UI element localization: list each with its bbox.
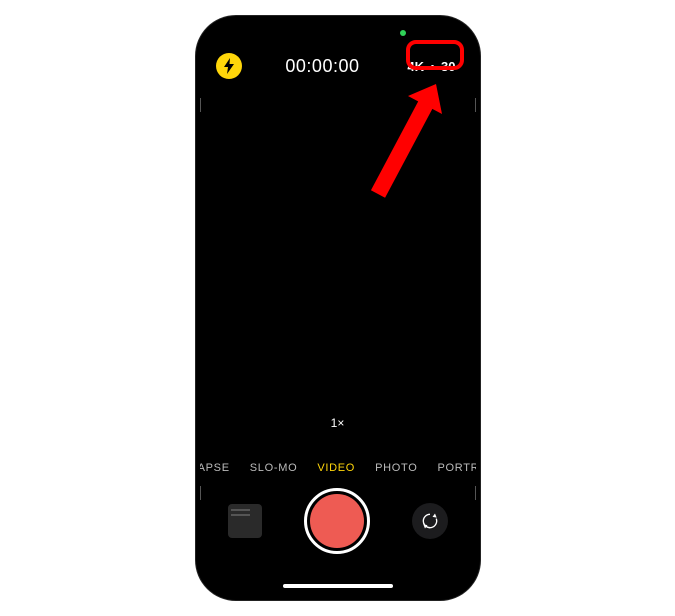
- last-capture-thumbnail[interactable]: [228, 504, 262, 538]
- flip-camera-button[interactable]: [412, 503, 448, 539]
- mode-slomo[interactable]: SLO-MO: [250, 462, 298, 474]
- zoom-level[interactable]: 1×: [331, 416, 345, 430]
- mode-timelapse[interactable]: ME-LAPSE: [200, 462, 230, 474]
- flash-toggle[interactable]: [216, 53, 242, 79]
- camera-flip-icon: [420, 511, 440, 531]
- record-button[interactable]: [304, 488, 370, 554]
- video-format-selector[interactable]: 4K 30: [403, 57, 459, 76]
- camera-active-indicator: [400, 30, 406, 36]
- bolt-icon: [223, 58, 235, 74]
- phone-frame: 00:00:00 4K 30 1× ME-LAPSE SLO-MO VIDEO …: [196, 16, 480, 600]
- fps-label: 30: [441, 59, 455, 74]
- camera-app-screen: 00:00:00 4K 30 1× ME-LAPSE SLO-MO VIDEO …: [200, 20, 476, 596]
- frame-guide: [200, 98, 201, 112]
- mode-photo[interactable]: PHOTO: [375, 462, 417, 474]
- camera-mode-selector[interactable]: ME-LAPSE SLO-MO VIDEO PHOTO PORTRAIT: [200, 462, 476, 474]
- camera-top-bar: 00:00:00 4K 30: [200, 48, 476, 84]
- zoom-label: 1×: [331, 416, 345, 430]
- resolution-label: 4K: [407, 59, 424, 74]
- home-indicator[interactable]: [283, 584, 393, 588]
- recording-timer: 00:00:00: [285, 56, 359, 77]
- separator-dot: [431, 65, 434, 68]
- mode-portrait[interactable]: PORTRAIT: [437, 462, 475, 474]
- mode-video[interactable]: VIDEO: [317, 462, 355, 474]
- record-button-inner: [310, 494, 364, 548]
- camera-bottom-controls: [200, 486, 476, 556]
- frame-guide: [475, 98, 476, 112]
